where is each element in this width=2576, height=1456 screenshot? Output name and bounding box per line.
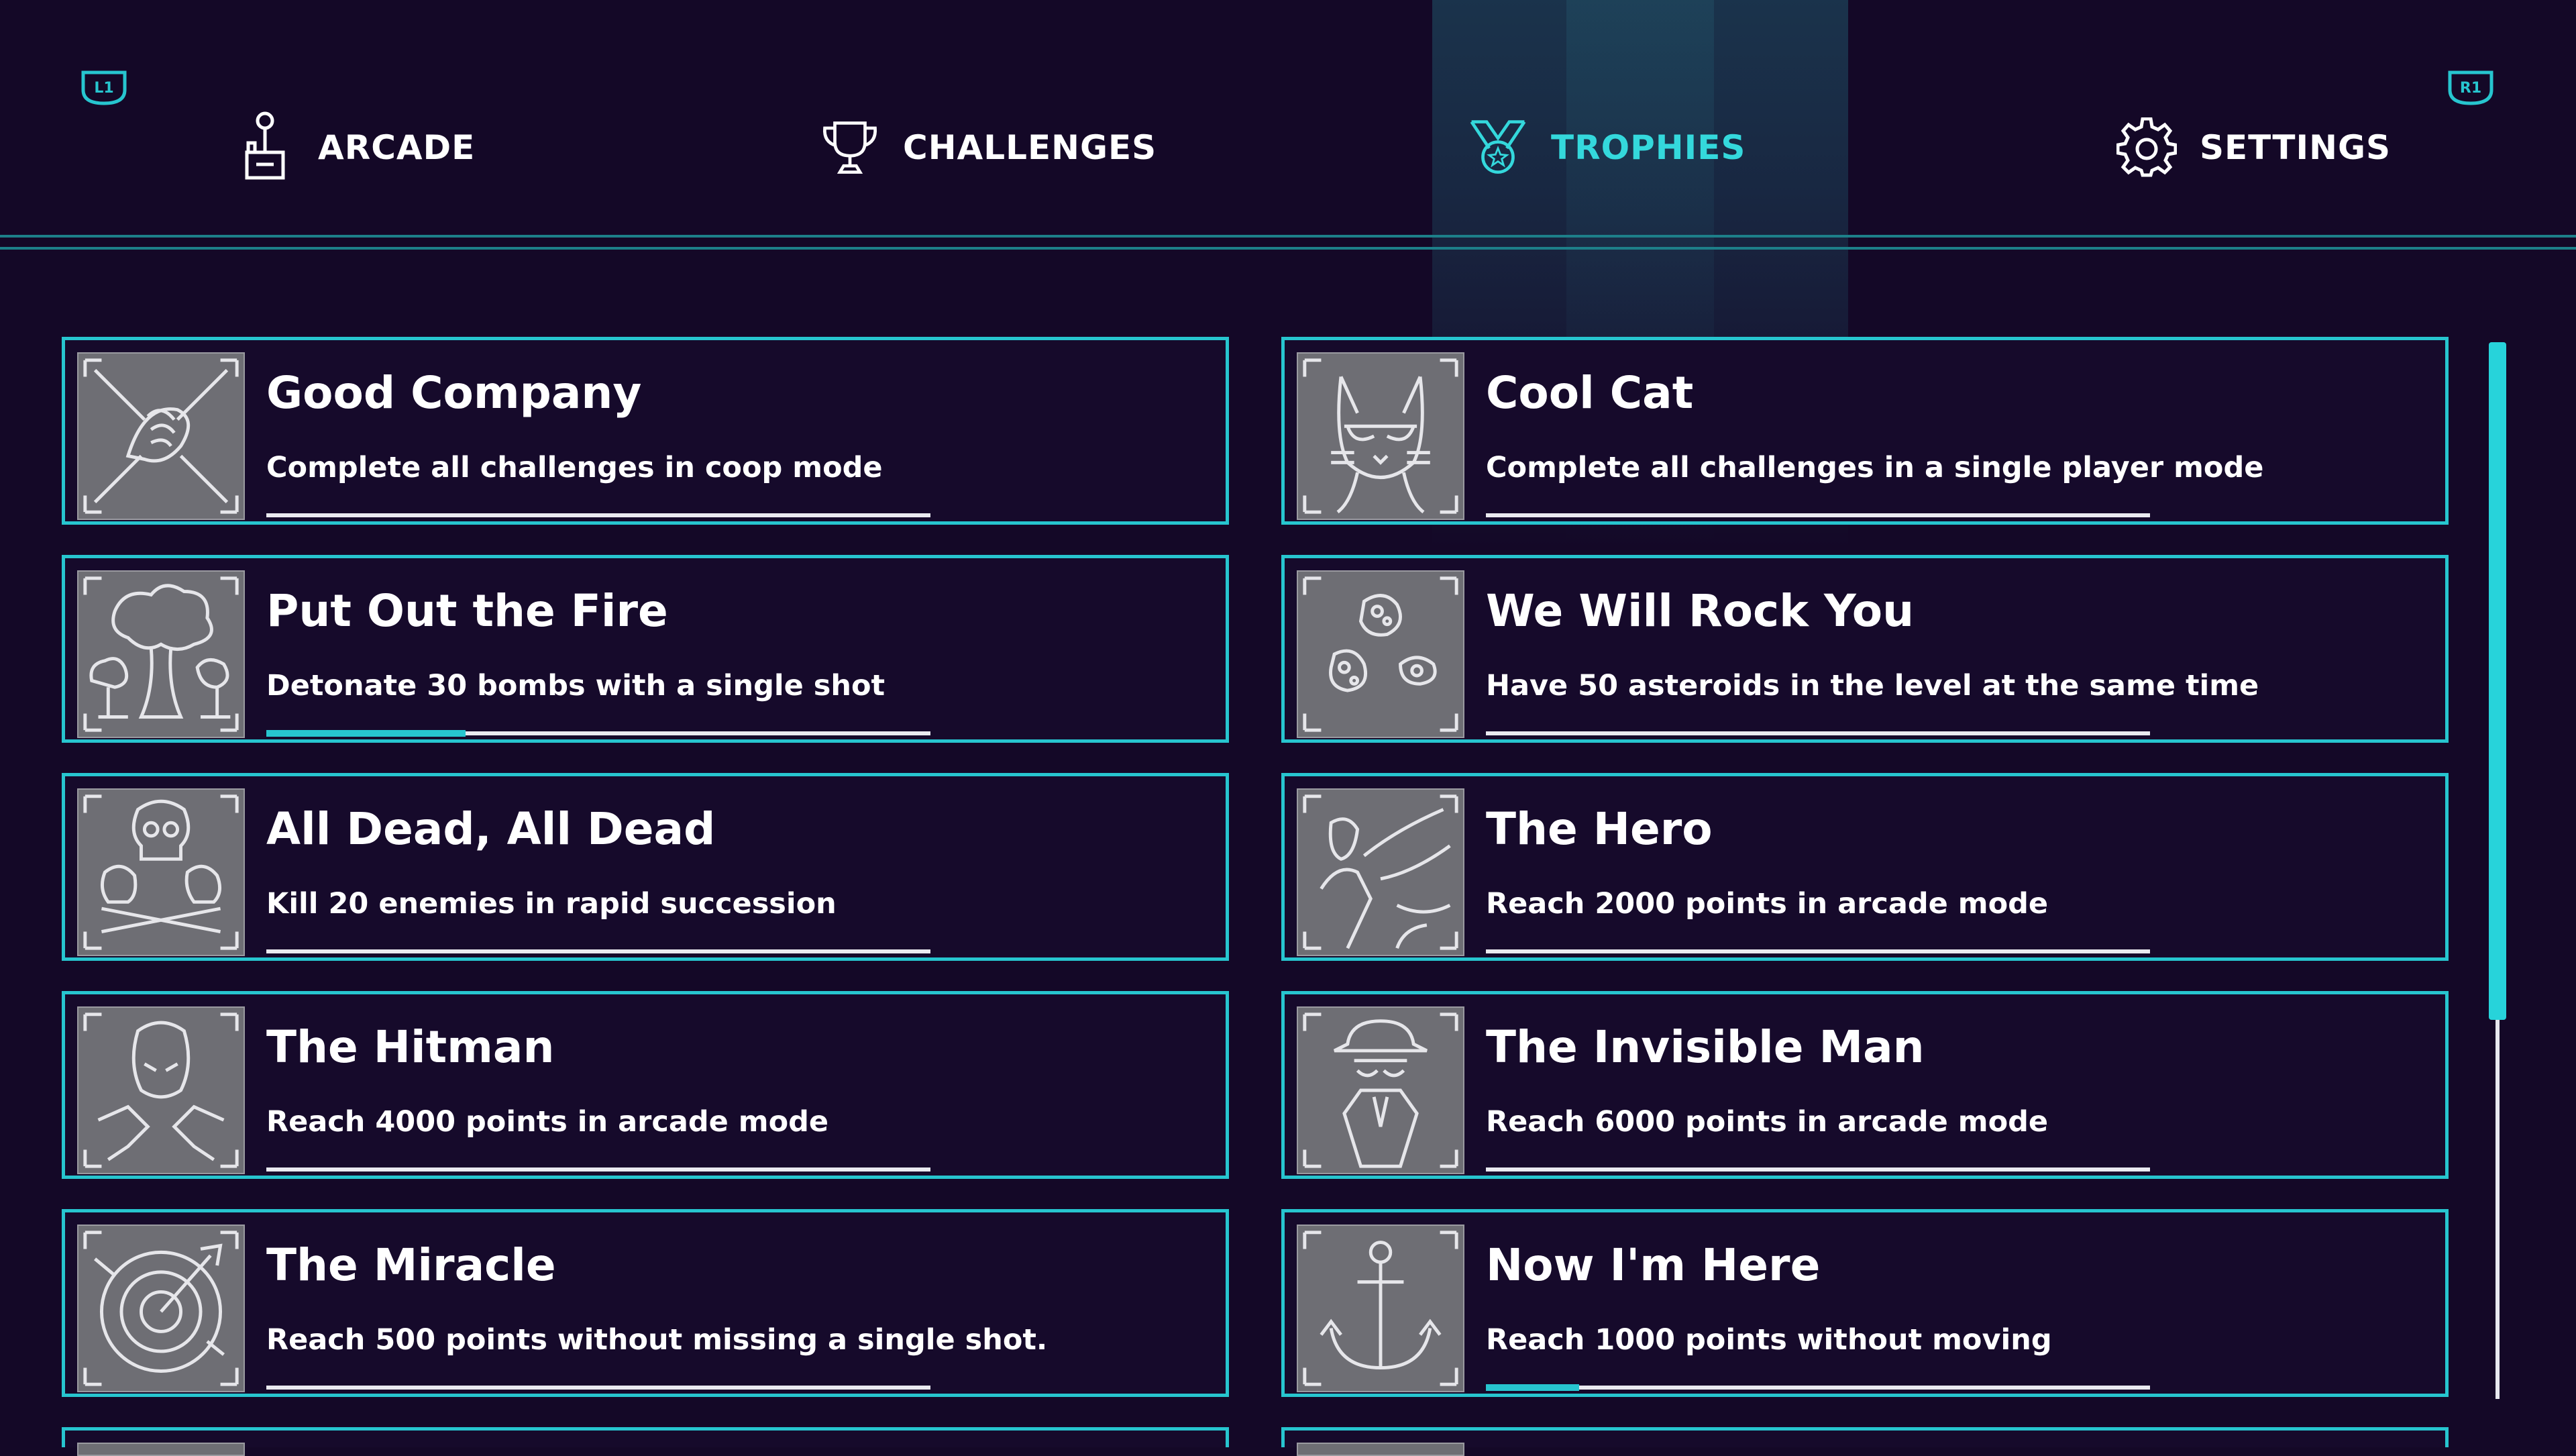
trophy-title: All Dead, All Dead <box>266 803 716 855</box>
tab-settings[interactable]: SETTINGS <box>2116 107 2391 188</box>
tab-arcade[interactable]: ARCADE <box>235 107 475 188</box>
tab-challenges-label: CHALLENGES <box>903 128 1157 167</box>
l1-label: L1 <box>94 80 113 97</box>
tab-trophies-label: TROPHIES <box>1551 128 1746 167</box>
anchor-icon <box>1297 1225 1464 1392</box>
trophy-description: Reach 2000 points in arcade mode <box>1486 887 2049 921</box>
trophy-card-the-invisible-man[interactable]: The Invisible Man Reach 6000 points in a… <box>1281 991 2449 1179</box>
trophy-title: Now I'm Here <box>1486 1239 1821 1291</box>
trophy-card-the-hero[interactable]: The Hero Reach 2000 points in arcade mod… <box>1281 773 2449 961</box>
trophy-description: Reach 6000 points in arcade mode <box>1486 1105 2049 1139</box>
l1-button-icon[interactable]: L1 <box>80 70 127 106</box>
gear-icon <box>2116 111 2177 185</box>
hitman-icon <box>77 1006 245 1174</box>
trophy-description: Complete all challenges in a single play… <box>1486 451 2264 484</box>
trophy-progress-bar <box>266 730 930 737</box>
header-divider-secondary <box>0 247 2576 250</box>
trophy-progress-bar <box>266 513 930 517</box>
skulls-icon <box>77 788 245 956</box>
joystick-icon <box>235 111 295 185</box>
r1-button-icon[interactable]: R1 <box>2447 70 2494 106</box>
trophy-thumbnail <box>77 1443 245 1456</box>
hero-icon <box>1297 788 1464 956</box>
tab-challenges[interactable]: CHALLENGES <box>820 107 1157 188</box>
trophy-title: The Hitman <box>266 1021 555 1073</box>
trophy-progress-bar <box>1486 1167 2150 1172</box>
trophy-card-good-company[interactable]: Good Company Complete all challenges in … <box>62 337 1229 525</box>
trophy-progress-bar <box>1486 513 2150 517</box>
trophy-card-cool-cat[interactable]: Cool Cat Complete all challenges in a si… <box>1281 337 2449 525</box>
trophy-progress-bar <box>266 1386 930 1390</box>
trophy-description: Kill 20 enemies in rapid succession <box>266 887 837 921</box>
trophy-cup-icon <box>820 111 880 185</box>
trophy-description: Reach 4000 points in arcade mode <box>266 1105 829 1139</box>
trophy-card-put-out-the-fire[interactable]: Put Out the Fire Detonate 30 bombs with … <box>62 555 1229 743</box>
trophy-progress-bar <box>266 949 930 953</box>
header-divider <box>0 235 2576 238</box>
trophy-title: We Will Rock You <box>1486 585 1915 637</box>
trophy-card-next-left[interactable] <box>62 1427 1229 1456</box>
r1-label: R1 <box>2460 80 2481 97</box>
trophy-description: Complete all challenges in coop mode <box>266 451 883 484</box>
medal-icon <box>1468 111 1528 185</box>
trophy-card-all-dead-all-dead[interactable]: All Dead, All Dead Kill 20 enemies in ra… <box>62 773 1229 961</box>
trophy-card-next-right[interactable] <box>1281 1427 2449 1456</box>
trophy-progress-bar <box>1486 949 2150 953</box>
trophy-progress-bar <box>1486 1384 2150 1391</box>
trophy-card-the-hitman[interactable]: The Hitman Reach 4000 points in arcade m… <box>62 991 1229 1179</box>
target-icon <box>77 1225 245 1392</box>
trophy-title: The Miracle <box>266 1239 556 1291</box>
trophy-title: Cool Cat <box>1486 367 1694 419</box>
cat-sunglasses-icon <box>1297 352 1464 520</box>
trophy-title: The Invisible Man <box>1486 1021 1925 1073</box>
trophy-progress-fill <box>266 730 466 737</box>
asteroids-icon <box>1297 570 1464 738</box>
trophy-title: Put Out the Fire <box>266 585 668 637</box>
trophy-progress-bar <box>1486 731 2150 735</box>
trophy-title: Good Company <box>266 367 642 419</box>
trophy-progress-bar <box>266 1167 930 1172</box>
trophy-title: The Hero <box>1486 803 1713 855</box>
trophy-description: Detonate 30 bombs with a single shot <box>266 669 885 703</box>
handshake-icon <box>77 352 245 520</box>
trophy-description: Reach 500 points without missing a singl… <box>266 1323 1048 1357</box>
trophy-description: Reach 1000 points without moving <box>1486 1323 2052 1357</box>
trophy-thumbnail <box>1297 1443 1464 1456</box>
trophy-card-the-miracle[interactable]: The Miracle Reach 500 points without mis… <box>62 1209 1229 1397</box>
tab-trophies[interactable]: TROPHIES <box>1468 107 1746 188</box>
tab-arcade-label: ARCADE <box>318 128 476 167</box>
tab-settings-label: SETTINGS <box>2200 128 2392 167</box>
trophy-description: Have 50 asteroids in the level at the sa… <box>1486 669 2259 703</box>
trophy-card-we-will-rock-you[interactable]: We Will Rock You Have 50 asteroids in th… <box>1281 555 2449 743</box>
scrollbar-thumb[interactable] <box>2489 342 2506 1020</box>
invisible-man-icon <box>1297 1006 1464 1174</box>
trophy-card-now-im-here[interactable]: Now I'm Here Reach 1000 points without m… <box>1281 1209 2449 1397</box>
explosion-icon <box>77 570 245 738</box>
trophy-progress-fill <box>1486 1384 1579 1391</box>
